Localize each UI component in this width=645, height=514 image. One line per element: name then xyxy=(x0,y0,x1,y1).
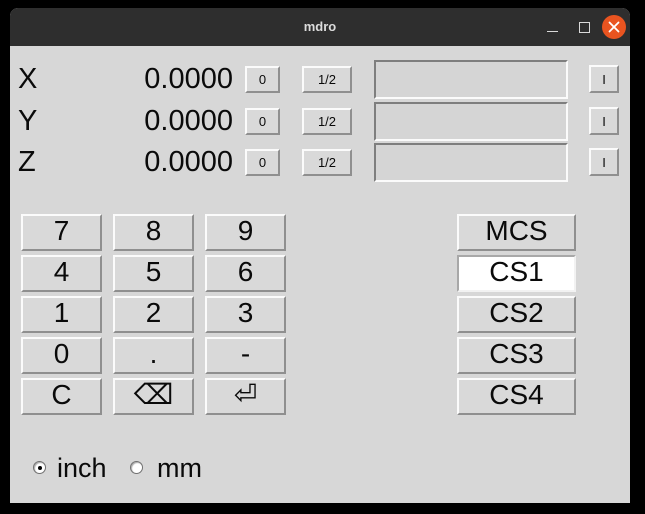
mm-radio[interactable] xyxy=(130,461,143,474)
dro-panel: X 0.0000 0 1/2 I Y 0.0000 0 1/2 I Z 0.00… xyxy=(10,46,630,503)
key-decimal[interactable]: . xyxy=(113,337,194,374)
key-9[interactable]: 9 xyxy=(205,214,286,251)
cs4-button[interactable]: CS4 xyxy=(457,378,576,415)
inch-radio-label: inch xyxy=(57,451,107,485)
key-8[interactable]: 8 xyxy=(113,214,194,251)
axis-label: Y xyxy=(18,102,37,141)
zero-axis-button[interactable]: 0 xyxy=(245,108,280,135)
half-axis-button[interactable]: 1/2 xyxy=(302,108,352,135)
close-icon xyxy=(608,21,620,33)
key-1[interactable]: 1 xyxy=(21,296,102,333)
axis-value-display: 0.0000 xyxy=(68,60,233,99)
numeric-keypad: 7 8 9 4 5 6 1 2 3 0 . - C ⌫ ⏎ xyxy=(21,214,287,415)
axis-label: Z xyxy=(18,143,36,182)
cs1-button[interactable]: CS1 xyxy=(457,255,576,292)
key-6[interactable]: 6 xyxy=(205,255,286,292)
key-4[interactable]: 4 xyxy=(21,255,102,292)
backspace-icon: ⌫ xyxy=(134,379,174,410)
maximize-icon xyxy=(579,22,590,33)
axis-value-display: 0.0000 xyxy=(68,143,233,182)
titlebar[interactable]: mdro xyxy=(10,8,630,46)
key-0[interactable]: 0 xyxy=(21,337,102,374)
incremental-mode-button[interactable]: I xyxy=(589,107,619,135)
zero-axis-button[interactable]: 0 xyxy=(245,66,280,93)
screenshot-background: mdro X 0.0000 0 1/2 I xyxy=(0,0,645,514)
inch-radio[interactable] xyxy=(33,461,46,474)
window-title: mdro xyxy=(10,8,630,46)
key-7[interactable]: 7 xyxy=(21,214,102,251)
axis-row-z: Z 0.0000 0 1/2 I xyxy=(10,143,630,182)
axis-row-x: X 0.0000 0 1/2 I xyxy=(10,60,630,99)
half-axis-button[interactable]: 1/2 xyxy=(302,149,352,176)
axis-entry-input[interactable] xyxy=(374,102,568,141)
incremental-mode-button[interactable]: I xyxy=(589,65,619,93)
axis-row-y: Y 0.0000 0 1/2 I xyxy=(10,102,630,141)
maximize-button[interactable] xyxy=(572,15,596,39)
key-5[interactable]: 5 xyxy=(113,255,194,292)
key-minus[interactable]: - xyxy=(205,337,286,374)
cs3-button[interactable]: CS3 xyxy=(457,337,576,374)
minimize-icon xyxy=(547,31,558,32)
axis-entry-input[interactable] xyxy=(374,60,568,99)
key-3[interactable]: 3 xyxy=(205,296,286,333)
axis-value-display: 0.0000 xyxy=(68,102,233,141)
key-2[interactable]: 2 xyxy=(113,296,194,333)
axis-label: X xyxy=(18,60,37,99)
half-axis-button[interactable]: 1/2 xyxy=(302,66,352,93)
mdro-window: mdro X 0.0000 0 1/2 I xyxy=(10,8,630,503)
cs2-button[interactable]: CS2 xyxy=(457,296,576,333)
mm-radio-label: mm xyxy=(157,451,202,485)
axis-entry-input[interactable] xyxy=(374,143,568,182)
key-enter[interactable]: ⏎ xyxy=(205,378,286,415)
units-row: inch mm xyxy=(10,451,630,485)
key-clear[interactable]: C xyxy=(21,378,102,415)
incremental-mode-button[interactable]: I xyxy=(589,148,619,176)
zero-axis-button[interactable]: 0 xyxy=(245,149,280,176)
key-backspace[interactable]: ⌫ xyxy=(113,378,194,415)
minimize-button[interactable] xyxy=(540,15,564,39)
close-button[interactable] xyxy=(602,15,626,39)
mcs-button[interactable]: MCS xyxy=(457,214,576,251)
enter-icon: ⏎ xyxy=(234,379,257,410)
coordinate-system-column: MCS CS1 CS2 CS3 CS4 xyxy=(457,214,576,415)
